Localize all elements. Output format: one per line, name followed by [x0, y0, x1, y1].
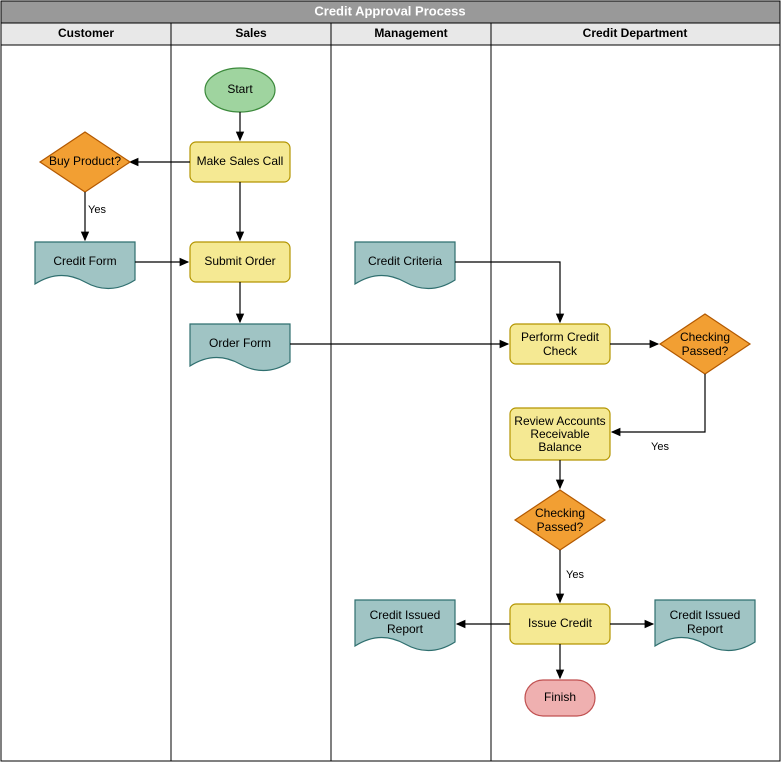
checking-passed-1-label-2: Passed?: [682, 344, 729, 358]
lane-label-management: Management: [374, 26, 447, 40]
issue-credit-label: Issue Credit: [528, 616, 593, 630]
checking-passed-2-label-1: Checking: [535, 506, 585, 520]
credit-issued-report-right-l1: Credit Issued: [670, 608, 741, 622]
finish-label: Finish: [544, 690, 576, 704]
flowchart-canvas: Credit Approval Process Customer Sales M…: [0, 0, 781, 762]
edge-checking1-yes-label: Yes: [651, 441, 669, 453]
start-label: Start: [227, 82, 253, 96]
lane-label-customer: Customer: [58, 26, 114, 40]
edge-buyproduct-yes-label: Yes: [88, 204, 106, 216]
perform-credit-check-label-1: Perform Credit: [521, 330, 600, 344]
perform-credit-check-label-2: Check: [543, 344, 578, 358]
credit-criteria-label: Credit Criteria: [368, 254, 442, 268]
edge-checking2-yes-label: Yes: [566, 569, 584, 581]
checking-passed-1-label-1: Checking: [680, 330, 730, 344]
title-text: Credit Approval Process: [314, 3, 465, 18]
edge-criteria-creditcheck: [455, 262, 560, 322]
make-sales-call-label: Make Sales Call: [197, 154, 284, 168]
review-ar-label-1: Review Accounts: [514, 414, 605, 428]
lane-label-sales: Sales: [235, 26, 267, 40]
review-ar-label-3: Balance: [538, 440, 582, 454]
lane-label-credit: Credit Department: [583, 26, 688, 40]
buy-product-label: Buy Product?: [49, 154, 121, 168]
credit-issued-report-left-l2: Report: [387, 622, 424, 636]
lane-body-credit: [491, 45, 780, 761]
credit-issued-report-right-l2: Report: [687, 622, 724, 636]
review-ar-label-2: Receivable: [530, 427, 590, 441]
submit-order-label: Submit Order: [204, 254, 275, 268]
checking-passed-2-label-2: Passed?: [537, 520, 584, 534]
credit-form-label: Credit Form: [53, 254, 116, 268]
credit-issued-report-left-l1: Credit Issued: [370, 608, 441, 622]
edge-checking1-reviewar: [612, 374, 705, 432]
order-form-label: Order Form: [209, 336, 271, 350]
lane-body-management: [331, 45, 491, 761]
